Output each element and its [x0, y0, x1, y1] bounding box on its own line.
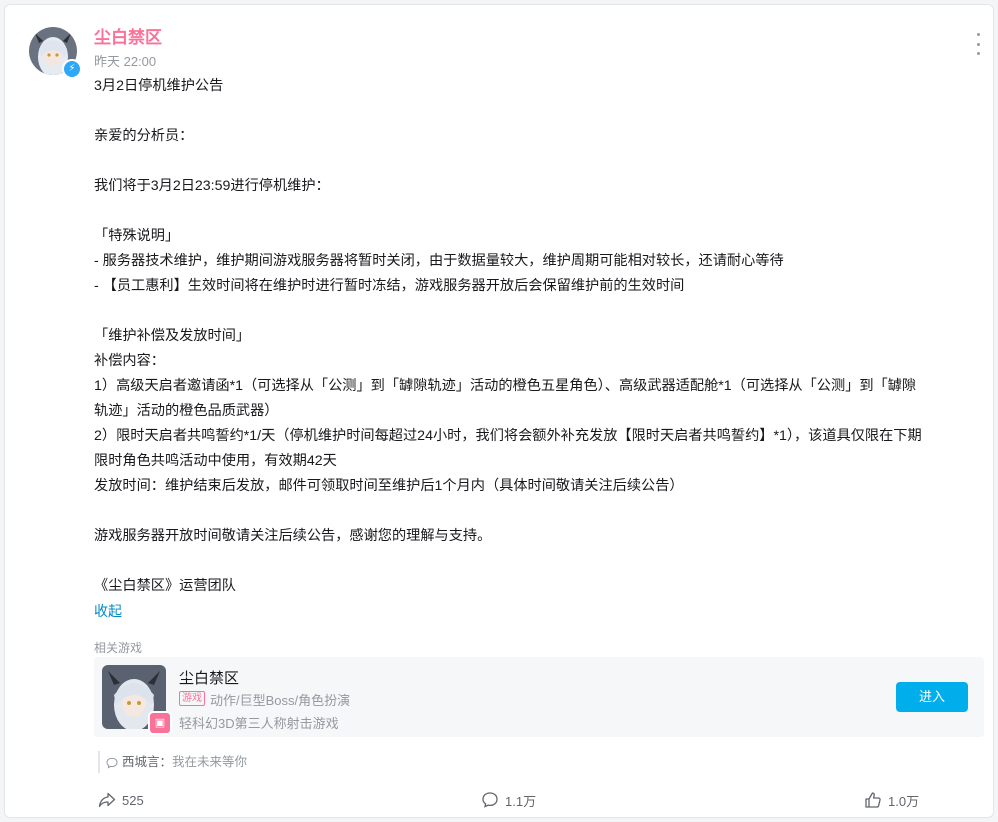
post-card: ⚡ 尘白禁区 昨天 22:00 3月2日停机维护公告 亲爱的分析员： 我们将于3月2…	[4, 4, 994, 818]
content-line	[94, 299, 984, 324]
comment-bubble-icon	[106, 757, 118, 769]
avatar[interactable]: ⚡	[29, 27, 82, 79]
content-line: 补偿内容：	[94, 353, 165, 369]
game-title[interactable]: 尘白禁区	[179, 667, 239, 688]
content-line	[94, 149, 984, 174]
content-line	[94, 199, 984, 224]
thumbs-up-icon	[865, 792, 881, 808]
forward-count: 525	[122, 792, 144, 808]
content-line: 《尘白禁区》运营团队	[94, 578, 236, 594]
comment-text: 我在未来等你	[172, 755, 248, 769]
comment-preview[interactable]: 西城言：我在未来等你	[98, 751, 247, 773]
content-line: 「维护补偿及发放时间」	[94, 328, 251, 344]
game-genre: 动作/巨型Boss/角色扮演	[210, 693, 351, 708]
content-line	[94, 499, 984, 524]
comment-icon	[482, 792, 498, 808]
game-tag: 游戏	[179, 691, 205, 706]
content-line: 限时角色共鸣活动中使用，有效期42天	[94, 453, 337, 469]
content-line: 3月2日停机维护公告	[94, 78, 224, 94]
content-line: 亲爱的分析员：	[94, 128, 194, 144]
content-line: 发放时间：维护结束后发放，邮件可领取时间至维护后1个月内（具体时间敬请关注后续公…	[94, 478, 684, 494]
more-options-icon[interactable]	[975, 33, 981, 55]
related-game-card[interactable]: ▣ 尘白禁区 游戏 动作/巨型Boss/角色扮演 轻科幻3D第三人称射击游戏 进…	[94, 657, 984, 737]
comment-button[interactable]: 1.1万	[481, 790, 536, 810]
like-count: 1.0万	[888, 793, 920, 809]
author-name[interactable]: 尘白禁区	[94, 23, 162, 48]
post-time: 昨天 22:00	[94, 54, 157, 69]
bilibili-tv-icon: ▣	[148, 711, 172, 735]
content-line: - 服务器技术维护，维护期间游戏服务器将暂时关闭，由于数据量较大，维护周期可能相…	[94, 253, 784, 269]
content-line: 轨迹」活动的橙色品质武器）	[94, 403, 279, 419]
content-line: 2）限时天启者共鸣誓约*1/天（停机维护时间每超过24小时，我们将会额外补充发放…	[94, 428, 922, 444]
content-line: 我们将于3月2日23:59进行停机维护：	[94, 178, 330, 194]
like-button[interactable]: 1.0万	[864, 790, 919, 810]
content-line	[94, 99, 984, 124]
verified-icon: ⚡	[62, 59, 82, 79]
content-line: 1）高级天启者邀请函*1（可选择从「公测」到「罅隙轨迹」活动的橙色五星角色）、高…	[94, 378, 917, 394]
content-line: 游戏服务器开放时间敬请关注后续公告，感谢您的理解与支持。	[94, 528, 492, 544]
post-content: 3月2日停机维护公告 亲爱的分析员： 我们将于3月2日23:59进行停机维护： 「特殊…	[94, 74, 984, 599]
content-line: 「特殊说明」	[94, 228, 180, 244]
collapse-link[interactable]: 收起	[94, 601, 122, 621]
related-games-label: 相关游戏	[94, 641, 143, 655]
content-line	[94, 549, 984, 574]
forward-icon	[98, 792, 116, 808]
enter-game-button[interactable]: 进入	[896, 682, 968, 712]
game-description: 轻科幻3D第三人称射击游戏	[179, 716, 339, 731]
comment-count: 1.1万	[505, 793, 537, 809]
comment-user[interactable]: 西城言：	[122, 755, 172, 769]
content-line: - 【员工惠利】生效时间将在维护时进行暂时冻结，游戏服务器开放后会保留维护前的生…	[94, 278, 685, 294]
forward-button[interactable]: 525	[98, 790, 144, 810]
